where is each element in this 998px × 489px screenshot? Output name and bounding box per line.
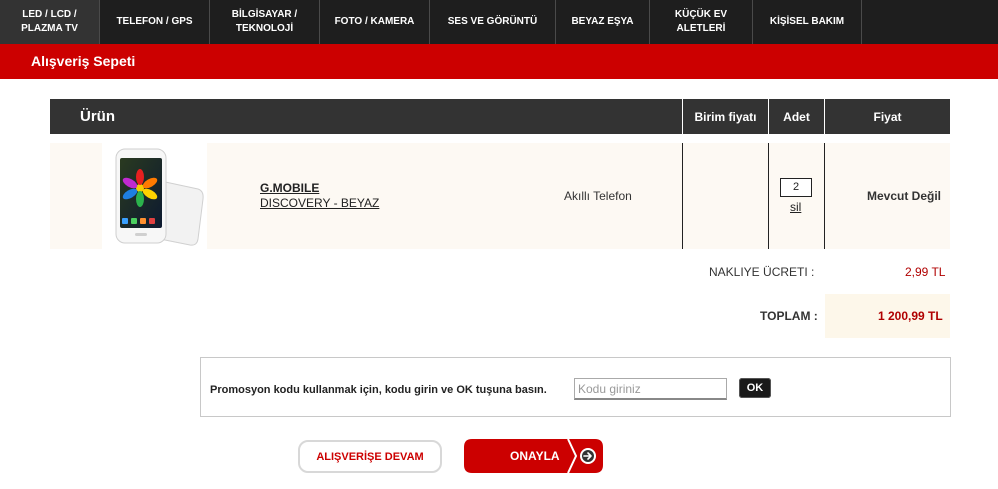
column-header-quantity: Adet xyxy=(768,99,824,134)
page-title: Alışveriş Sepeti xyxy=(31,53,136,69)
nav-item-photo[interactable]: FOTO / KAMERA xyxy=(320,0,430,44)
product-model: DISCOVERY - BEYAZ xyxy=(260,196,380,210)
shipping-label: NAKLIYE ÜCRETI : xyxy=(709,265,815,279)
product-link[interactable]: G.MOBILE DISCOVERY - BEYAZ xyxy=(260,181,379,211)
nav-item-white-goods[interactable]: BEYAZ EŞYA xyxy=(556,0,650,44)
shipping-value: 2,99 TL xyxy=(905,265,946,279)
column-divider xyxy=(682,143,683,249)
nav-item-personal-care[interactable]: KİŞİSEL BAKIM xyxy=(753,0,862,44)
nav-item-audio-video[interactable]: SES VE GÖRÜNTÜ xyxy=(430,0,556,44)
cart-table-header: Ürün Birim fiyatı Adet Fiyat xyxy=(50,99,950,134)
total-value: 1 200,99 TL xyxy=(878,309,943,323)
promo-code-input[interactable] xyxy=(574,378,727,400)
promo-ok-button[interactable]: OK xyxy=(739,378,771,398)
promo-instructions: Promosyon kodu kullanmak için, kodu giri… xyxy=(210,384,547,396)
approve-button[interactable]: ONAYLA xyxy=(464,439,603,473)
remove-item-link[interactable]: sil xyxy=(790,200,801,214)
approve-button-label: ONAYLA xyxy=(510,449,560,463)
product-category: Akıllı Telefon xyxy=(564,189,632,203)
total-label: TOPLAM : xyxy=(760,309,818,323)
nav-item-tv[interactable]: LED / LCD / PLAZMA TV xyxy=(0,0,100,44)
column-divider xyxy=(824,143,825,249)
column-divider xyxy=(768,143,769,249)
product-brand: G.MOBILE xyxy=(260,181,320,195)
nav-item-small-appliances[interactable]: KÜÇÜK EV ALETLERİ xyxy=(650,0,753,44)
column-header-product: Ürün xyxy=(80,108,115,125)
product-image[interactable] xyxy=(102,143,207,249)
title-bar: Alışveriş Sepeti xyxy=(0,44,998,79)
top-nav: LED / LCD / PLAZMA TV TELEFON / GPS BİLG… xyxy=(0,0,998,44)
column-header-unit-price: Birim fiyatı xyxy=(682,99,768,134)
nav-item-computer[interactable]: BİLGİSAYAR / TEKNOLOJİ xyxy=(210,0,320,44)
promo-box: Promosyon kodu kullanmak için, kodu giri… xyxy=(200,357,951,417)
item-price-status: Mevcut Değil xyxy=(867,189,942,203)
table-row: G.MOBILE DISCOVERY - BEYAZ Akıllı Telefo… xyxy=(50,143,950,249)
quantity-field[interactable]: 2 xyxy=(780,178,812,197)
nav-item-phone[interactable]: TELEFON / GPS xyxy=(100,0,210,44)
continue-shopping-button[interactable]: ALIŞVERİŞE DEVAM xyxy=(298,440,442,473)
column-header-price: Fiyat xyxy=(824,99,950,134)
